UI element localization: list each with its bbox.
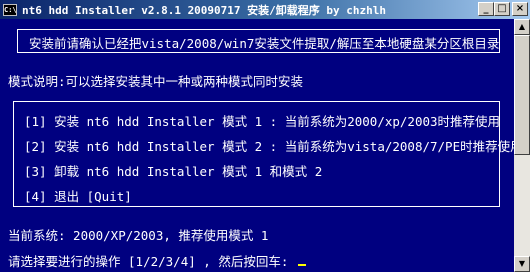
text-cursor bbox=[297, 264, 306, 266]
window-title-bar[interactable]: C:\ nt6 hdd Installer v2.8.1 20090717 安装… bbox=[0, 0, 530, 19]
vertical-scrollbar[interactable]: ▲ ▼ bbox=[514, 19, 530, 272]
menu-box: [1] 安装 nt6 hdd Installer 模式 1 : 当前系统为200… bbox=[13, 101, 523, 207]
menu-option-3: [3] 卸载 nt6 hdd Installer 模式 1 和模式 2 bbox=[24, 164, 323, 179]
console-app-icon[interactable]: C:\ bbox=[3, 3, 17, 16]
scroll-thumb[interactable] bbox=[514, 35, 530, 155]
scroll-up-button[interactable]: ▲ bbox=[514, 19, 530, 35]
menu-option-2: [2] 安装 nt6 hdd Installer 模式 2 : 当前系统为vis… bbox=[24, 139, 523, 154]
mode-description: 模式说明:可以选择安装其中一种或两种模式同时安装 bbox=[8, 74, 304, 89]
close-button[interactable]: × bbox=[512, 2, 528, 16]
menu-option-4: [4] 退出 [Quit] bbox=[24, 189, 132, 204]
window-controls: _ □ × bbox=[478, 2, 528, 16]
input-prompt-text: 请选择要进行的操作 [1/2/3/4] , 然后按回车: bbox=[8, 254, 296, 269]
current-system-status: 当前系统: 2000/XP/2003, 推荐使用模式 1 bbox=[8, 228, 269, 243]
scroll-down-button[interactable]: ▼ bbox=[514, 256, 530, 272]
console-output[interactable]: 安装前请确认已经把vista/2008/win7安装文件提取/解压至本地硬盘某分… bbox=[0, 19, 523, 272]
window-title: nt6 hdd Installer v2.8.1 20090717 安装/卸载程… bbox=[22, 3, 387, 17]
menu-option-1: [1] 安装 nt6 hdd Installer 模式 1 : 当前系统为200… bbox=[24, 114, 501, 129]
maximize-button[interactable]: □ bbox=[494, 2, 510, 16]
minimize-button[interactable]: _ bbox=[478, 2, 494, 16]
header-notice-text: 安装前请确认已经把vista/2008/win7安装文件提取/解压至本地硬盘某分… bbox=[29, 36, 500, 51]
header-notice-box: 安装前请确认已经把vista/2008/win7安装文件提取/解压至本地硬盘某分… bbox=[17, 29, 500, 53]
input-prompt[interactable]: 请选择要进行的操作 [1/2/3/4] , 然后按回车: bbox=[8, 251, 306, 270]
